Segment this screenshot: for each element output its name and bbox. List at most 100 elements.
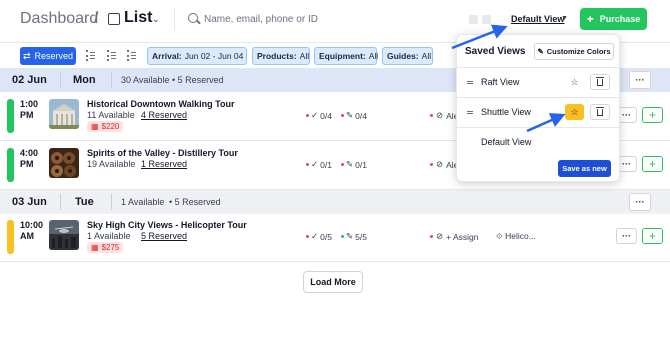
tour-time: 10:00 AM: [20, 220, 44, 241]
guides-filter-chip[interactable]: Guides: All: [382, 47, 433, 65]
divider: [60, 194, 61, 210]
assign-text: + Assign: [446, 231, 479, 242]
saved-view-label[interactable]: Shuttle View: [481, 107, 531, 117]
compass-icon: ⊘: [436, 231, 444, 241]
day-reserved: • 5 Reserved: [169, 197, 221, 207]
more-options-button[interactable]: ···: [629, 193, 651, 211]
delete-view-button[interactable]: [590, 74, 610, 90]
add-booking-button[interactable]: +: [642, 156, 663, 172]
saved-view-item[interactable]: Shuttle View ☆: [457, 97, 619, 127]
chip-value: All: [421, 51, 432, 61]
equipment-text: Helico...: [505, 231, 536, 241]
reserved-label: Reserved: [34, 51, 74, 61]
table-row[interactable]: 10:00 AM Sky High City Views - Helicopte…: [0, 214, 670, 262]
pencil-icon: ✎: [346, 159, 354, 169]
waiver-count: ✎ 0/4: [341, 110, 367, 121]
breadcrumb-separator: /: [94, 10, 99, 27]
drag-handle-icon[interactable]: [467, 81, 473, 82]
tour-thumbnail: [49, 148, 79, 178]
pencil-icon: ✎: [346, 110, 354, 120]
day-reserved: • 5 Reserved: [172, 75, 224, 85]
tour-name[interactable]: Historical Downtown Walking Tour: [87, 99, 235, 109]
chip-value: All: [299, 51, 310, 61]
equipment-assignment[interactable]: ⟐ Helico...: [496, 231, 536, 242]
waiver-text: 0/1: [355, 159, 367, 170]
add-booking-button[interactable]: +: [642, 107, 663, 123]
grouped-view-icon[interactable]: [107, 50, 117, 61]
price-text: $220: [101, 122, 120, 131]
page-title[interactable]: List: [124, 9, 152, 27]
collapse-icon[interactable]: [469, 15, 478, 24]
divider: [60, 72, 61, 88]
guide-assignment[interactable]: ⊘ Ale: [430, 159, 458, 170]
status-bar: [7, 148, 14, 182]
save-as-new-button[interactable]: Save as new: [558, 160, 611, 177]
ticket-icon: ▦: [91, 243, 99, 252]
tour-name[interactable]: Sky High City Views - Helicopter Tour: [87, 220, 247, 230]
load-more-button[interactable]: Load More: [303, 271, 363, 293]
pencil-icon: ✎: [346, 231, 354, 241]
chip-key: Equipment:: [319, 51, 366, 61]
view-selector[interactable]: Default View: [511, 14, 564, 24]
divider: [174, 8, 175, 30]
tour-time: 1:00 PM: [20, 99, 39, 120]
chevron-down-icon[interactable]: ▼: [561, 15, 568, 22]
price-badge: ▦ $220: [87, 121, 124, 132]
list-view-icon[interactable]: [86, 50, 96, 61]
tour-name[interactable]: Spirits of the Valley - Distillery Tour: [87, 148, 238, 158]
tour-reserved-link[interactable]: 1 Reserved: [141, 159, 187, 169]
day-weekday: Mon: [73, 74, 96, 86]
price-text: $275: [101, 243, 120, 252]
tour-available: 19 Available: [87, 159, 136, 169]
waiver-count: ✎ 5/5: [341, 231, 367, 242]
breadcrumb-dashboard[interactable]: Dashboard: [20, 10, 98, 28]
guide-assignment[interactable]: ⊘ + Assign: [430, 231, 479, 242]
row-more-button[interactable]: ···: [616, 228, 637, 244]
tag-icon: ⟐: [496, 231, 503, 241]
tour-reserved-link[interactable]: 5 Reserved: [141, 231, 187, 241]
saved-view-item[interactable]: Raft View ☆: [457, 67, 619, 97]
purchase-button[interactable]: + Purchase: [580, 8, 647, 30]
search-input[interactable]: [204, 10, 444, 28]
arrival-filter-chip[interactable]: Arrival: Jun 02 - Jun 04: [147, 47, 247, 65]
waiver-text: 5/5: [355, 231, 367, 242]
search-icon: [188, 13, 198, 23]
day-date: 03 Jun: [12, 196, 47, 208]
tour-reserved-link[interactable]: 4 Reserved: [141, 110, 187, 120]
more-options-button[interactable]: ···: [629, 71, 651, 89]
expand-icon[interactable]: [482, 15, 491, 24]
add-booking-button[interactable]: +: [642, 228, 663, 244]
equipment-filter-chip[interactable]: Equipment: All: [314, 47, 379, 65]
compact-view-icon[interactable]: [127, 50, 137, 61]
saved-view-label[interactable]: Default View: [481, 137, 531, 147]
customize-label: Customize Colors: [546, 47, 611, 56]
checkin-count: ✓ 0/4: [306, 110, 332, 121]
compass-icon: ⊘: [436, 159, 444, 169]
day-header: 03 Jun Tue 1 Available • 5 Reserved ···: [0, 190, 670, 214]
drag-handle-icon[interactable]: [467, 111, 473, 112]
products-filter-chip[interactable]: Products: All: [252, 47, 310, 65]
tour-available: 11 Available: [87, 110, 135, 120]
checkin-count: ✓ 0/1: [306, 159, 332, 170]
customize-colors-button[interactable]: ✎ Customize Colors: [534, 43, 614, 60]
saved-view-label[interactable]: Raft View: [481, 77, 519, 87]
star-icon[interactable]: ☆: [565, 74, 584, 90]
chip-key: Guides:: [387, 51, 419, 61]
status-bar: [7, 220, 14, 254]
ticket-icon: ▦: [91, 122, 99, 131]
guide-assignment[interactable]: ⊘ Ale: [430, 110, 458, 121]
checkin-text: 0/5: [320, 231, 332, 242]
star-icon[interactable]: ☆: [565, 104, 584, 120]
trash-icon: [596, 76, 604, 86]
plus-icon: +: [586, 12, 594, 26]
check-icon: ✓: [311, 231, 319, 241]
reserved-filter-button[interactable]: ⇄ Reserved: [20, 47, 76, 65]
waiver-text: 0/4: [355, 110, 367, 121]
chevron-down-icon[interactable]: ⌄: [152, 14, 160, 25]
delete-view-button[interactable]: [590, 104, 610, 120]
chip-value: All: [368, 51, 379, 61]
compass-icon: ⊘: [436, 110, 444, 120]
tour-thumbnail: [49, 220, 79, 250]
checkin-text: 0/4: [320, 110, 332, 121]
saved-view-item[interactable]: Default View: [457, 127, 619, 157]
